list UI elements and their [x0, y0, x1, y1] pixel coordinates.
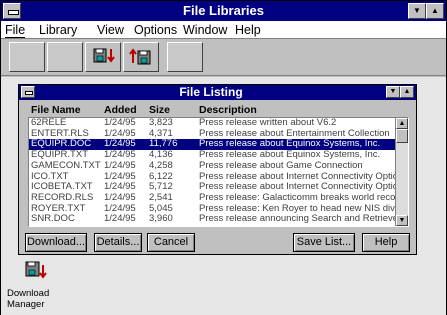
- added-cell: 1/24/95: [104, 213, 136, 225]
- dialog-system-menu-icon[interactable]: [21, 86, 35, 98]
- table-row[interactable]: SNR.DOC 1/24/95 3,960 Press release announc…: [29, 213, 399, 225]
- download-manager-label-line1: Download: [7, 288, 50, 299]
- table-row[interactable]: RECORD.RLS 1/24/95 2,541 Press release: Gal…: [29, 191, 404, 204]
- added-cell: 1/24/95: [104, 159, 136, 171]
- file-list-rows: 62RELE 1/24/95 3,823 Press release written …: [29, 118, 408, 226]
- menu-options[interactable]: Options: [134, 23, 177, 37]
- column-header-file-name: File Name: [31, 104, 81, 116]
- file-listing-dialog: File Listing ▼ ▲ File Name Added Size De…: [18, 84, 417, 255]
- cancel-button[interactable]: Cancel: [147, 233, 195, 252]
- toolbar: [1, 39, 446, 76]
- table-row[interactable]: GAMECON.TXT 1/24/95 4,258 Press release abo…: [29, 159, 395, 172]
- help-button[interactable]: Help: [362, 233, 410, 252]
- description-cell: Press release written about V6.2: [199, 117, 337, 128]
- scroll-up-icon[interactable]: ▲: [396, 118, 408, 129]
- menu-window[interactable]: Window: [183, 23, 227, 37]
- vertical-scrollbar[interactable]: ▲ ▼: [395, 118, 408, 226]
- size-cell: 2,541: [149, 191, 173, 203]
- window-title: File Libraries: [183, 3, 264, 18]
- upload-icon: [129, 48, 151, 65]
- dialog-minimize-button[interactable]: ▼: [386, 86, 400, 98]
- menu-bar: File Library View Options Window Help: [1, 21, 446, 39]
- scroll-thumb[interactable]: [396, 129, 408, 143]
- file-listing-title-bar[interactable]: File Listing ▼ ▲: [19, 85, 416, 100]
- size-cell: 4,258: [149, 159, 173, 171]
- file-name-cell: 62RELE: [31, 117, 67, 128]
- menu-view[interactable]: View: [97, 23, 124, 37]
- system-menu-icon[interactable]: [3, 3, 21, 19]
- description-cell: Press release: Galacticomm breaks world …: [199, 191, 404, 203]
- menu-library[interactable]: Library: [39, 23, 77, 37]
- title-bar[interactable]: File Libraries ▼ ▲: [1, 1, 446, 21]
- toolbar-download-button[interactable]: [85, 42, 121, 72]
- dialog-maximize-button[interactable]: ▲: [400, 86, 414, 98]
- toolbar-button-2[interactable]: [47, 42, 83, 72]
- maximize-button[interactable]: ▲: [426, 3, 444, 19]
- description-cell: Press release about Game Connection: [199, 159, 363, 171]
- scroll-down-icon[interactable]: ▼: [396, 215, 408, 226]
- save-list-button[interactable]: Save List...: [293, 233, 355, 252]
- column-header-added: Added: [104, 104, 137, 116]
- download-manager-icon[interactable]: [25, 260, 47, 282]
- details-button[interactable]: Details...: [94, 233, 142, 252]
- file-listing-title: File Listing: [179, 85, 243, 99]
- toolbar-button-5[interactable]: [167, 42, 203, 72]
- column-header-description: Description: [199, 104, 257, 116]
- size-cell: 3,960: [149, 213, 173, 225]
- column-header-size: Size: [149, 104, 171, 116]
- menu-help[interactable]: Help: [235, 23, 261, 37]
- added-cell: 1/24/95: [104, 117, 136, 128]
- size-cell: 3,823: [149, 117, 173, 128]
- column-headers: File Name Added Size Description: [29, 103, 409, 117]
- file-libraries-window: File Libraries ▼ ▲ File Library View Opt…: [0, 0, 447, 315]
- description-cell: Press release announcing Search and Retr…: [199, 213, 399, 225]
- file-name-cell: GAMECON.TXT: [31, 159, 101, 171]
- toolbar-button-1[interactable]: [9, 42, 45, 72]
- download-button[interactable]: Download...: [25, 233, 87, 252]
- download-icon: [93, 48, 115, 63]
- table-row[interactable]: 62RELE 1/24/95 3,823 Press release written …: [29, 118, 395, 129]
- download-manager-glyph-icon: [25, 261, 47, 279]
- file-name-cell: SNR.DOC: [31, 213, 75, 225]
- minimize-button[interactable]: ▼: [408, 3, 426, 19]
- file-name-cell: RECORD.RLS: [31, 191, 94, 203]
- toolbar-upload-button[interactable]: [123, 42, 159, 72]
- download-manager-label-line2: Manager: [7, 299, 45, 310]
- menu-file[interactable]: File: [5, 23, 26, 38]
- added-cell: 1/24/95: [104, 191, 136, 203]
- file-list[interactable]: 62RELE 1/24/95 3,823 Press release written …: [28, 117, 409, 227]
